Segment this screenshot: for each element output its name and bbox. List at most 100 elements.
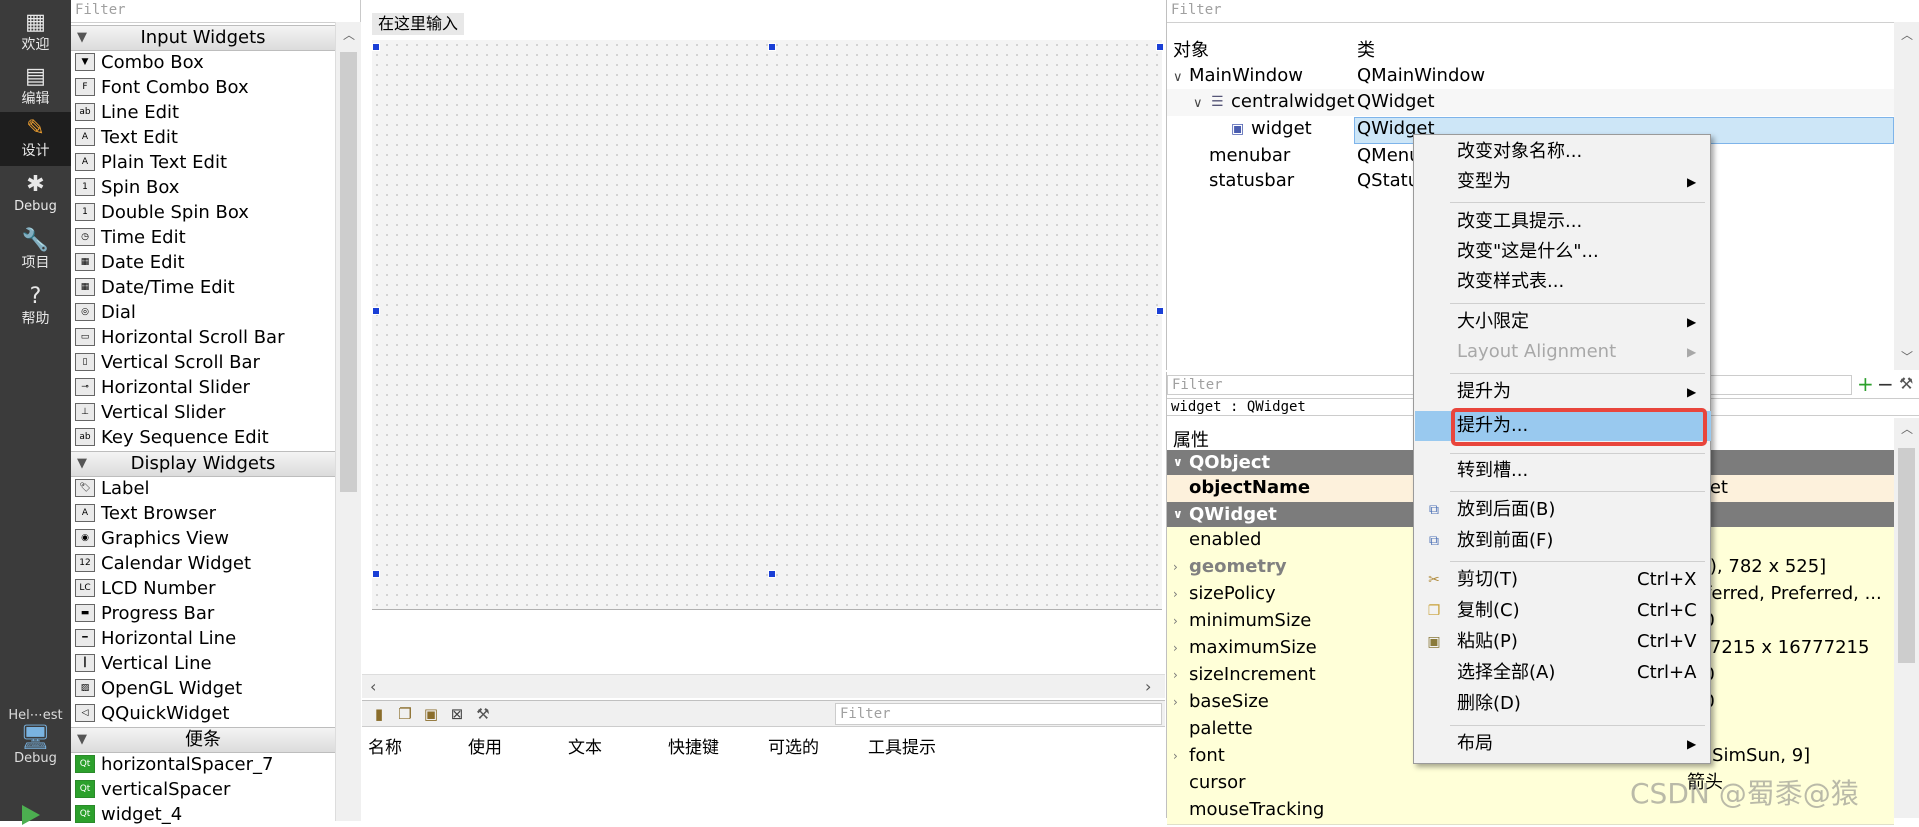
delete-action-icon[interactable]: ⊠: [448, 705, 466, 723]
chevron-right-icon[interactable]: ›: [1173, 554, 1178, 580]
widget-item[interactable]: ab Line Edit: [71, 100, 335, 125]
selection-handle[interactable]: [768, 570, 776, 578]
col-shortcut[interactable]: 快捷键: [668, 733, 719, 758]
widget-item[interactable]: ◁ QQuickWidget: [71, 701, 335, 726]
object-filter-input[interactable]: Filter: [1167, 0, 1919, 23]
central-widget-canvas[interactable]: [372, 40, 1164, 610]
mode-edit[interactable]: ▤ 编辑: [0, 60, 71, 114]
tree-item-statusbar[interactable]: statusbar: [1209, 170, 1294, 191]
scrollbar-thumb[interactable]: [340, 52, 357, 492]
widget-item[interactable]: ▦ Date Edit: [71, 250, 335, 275]
chevron-right-icon[interactable]: ›: [1173, 635, 1178, 661]
property-scrollbar[interactable]: ︿: [1894, 418, 1919, 818]
new-action-icon[interactable]: ▮: [370, 705, 388, 723]
widget-item[interactable]: ◉ Graphics View: [71, 526, 335, 551]
menu-item-rename[interactable]: 改变对象名称...: [1415, 137, 1711, 167]
category-input-widgets[interactable]: ▼ Input Widgets: [71, 25, 335, 51]
widget-item[interactable]: 🏷 Label: [71, 476, 335, 501]
selection-handle[interactable]: [1156, 307, 1164, 315]
menu-item-bring-front[interactable]: ⧉ 放到前面(F): [1415, 526, 1711, 556]
chevron-right-icon[interactable]: ›: [1173, 743, 1178, 769]
widget-box-scrollbar[interactable]: ︿: [335, 22, 361, 821]
selection-handle[interactable]: [1156, 43, 1164, 51]
widget-item[interactable]: A Text Browser: [71, 501, 335, 526]
add-icon[interactable]: +: [1857, 372, 1874, 396]
widget-item[interactable]: LC LCD Number: [71, 576, 335, 601]
widget-item[interactable]: ━ Horizontal Line: [71, 626, 335, 651]
scrollbar-thumb[interactable]: [1898, 448, 1915, 663]
col-checkable[interactable]: 可选的: [768, 733, 819, 758]
widget-item[interactable]: ▼ Combo Box: [71, 50, 335, 75]
widget-item[interactable]: ▨ OpenGL Widget: [71, 676, 335, 701]
widget-item[interactable]: 12 Calendar Widget: [71, 551, 335, 576]
chevron-left-icon[interactable]: ‹: [370, 677, 376, 696]
selection-handle[interactable]: [372, 307, 380, 315]
menu-item-tooltip[interactable]: 改变工具提示...: [1415, 207, 1711, 237]
mode-debug[interactable]: ✱ Debug: [0, 168, 71, 222]
widget-item[interactable]: ▭ Horizontal Scroll Bar: [71, 325, 335, 350]
widget-item[interactable]: ┃ Vertical Line: [71, 651, 335, 676]
selection-handle[interactable]: [372, 570, 380, 578]
copy-action-icon[interactable]: ❐: [396, 705, 414, 723]
mode-welcome[interactable]: ▦ 欢迎: [0, 6, 71, 60]
chevron-right-icon[interactable]: ›: [1173, 689, 1178, 715]
kit-selector[interactable]: Hel⋯est 🖥 Debug: [0, 708, 71, 778]
menu-type-here[interactable]: 在这里输入: [372, 13, 465, 35]
widget-filter-input[interactable]: Filter: [71, 0, 360, 23]
widget-item[interactable]: 1 Spin Box: [71, 175, 335, 200]
menu-item-layout[interactable]: 布局 ▶: [1415, 729, 1711, 759]
widget-item[interactable]: ◷ Time Edit: [71, 225, 335, 250]
menu-item-send-back[interactable]: ⧉ 放到后面(B): [1415, 495, 1711, 525]
menu-item-size-constraints[interactable]: 大小限定 ▶: [1415, 307, 1711, 337]
action-filter-input[interactable]: Filter: [835, 703, 1162, 725]
remove-icon[interactable]: −: [1877, 372, 1894, 396]
widget-item[interactable]: ⊥ Vertical Slider: [71, 400, 335, 425]
tree-item-centralwidget[interactable]: centralwidget: [1231, 91, 1355, 112]
chevron-right-icon[interactable]: ›: [1145, 677, 1151, 696]
widget-item[interactable]: ▯ Vertical Scroll Bar: [71, 350, 335, 375]
paste-action-icon[interactable]: ▣: [422, 705, 440, 723]
tree-item-widget[interactable]: widget: [1251, 118, 1312, 139]
widget-item[interactable]: F Font Combo Box: [71, 75, 335, 100]
configure-icon[interactable]: ⚒: [474, 705, 492, 723]
object-scrollbar[interactable]: ︿ ﹀: [1894, 22, 1919, 370]
menu-item-paste[interactable]: ▣ 粘贴(P) Ctrl+V: [1415, 627, 1711, 657]
chevron-down-icon[interactable]: ∨: [1193, 96, 1203, 111]
col-name[interactable]: 名称: [368, 733, 402, 758]
menu-item-morph[interactable]: 变型为 ▶: [1415, 167, 1711, 197]
widget-item[interactable]: A Plain Text Edit: [71, 150, 335, 175]
category-scratchpad[interactable]: ▼ 便条: [71, 727, 335, 753]
scratchpad-item[interactable]: Qt verticalSpacer: [71, 777, 335, 802]
chevron-right-icon[interactable]: ›: [1173, 662, 1178, 688]
menu-item-promote-to[interactable]: 提升为 ▶: [1415, 377, 1711, 407]
col-text[interactable]: 文本: [568, 733, 602, 758]
selection-handle[interactable]: [768, 43, 776, 51]
menu-item-stylesheet[interactable]: 改变样式表...: [1415, 267, 1711, 297]
widget-item[interactable]: ▦ Date/Time Edit: [71, 275, 335, 300]
chevron-right-icon[interactable]: ›: [1173, 581, 1178, 607]
col-used[interactable]: 使用: [468, 733, 502, 758]
category-display-widgets[interactable]: ▼ Display Widgets: [71, 451, 335, 477]
widget-item[interactable]: 1 Double Spin Box: [71, 200, 335, 225]
editor-hscrollbar[interactable]: ‹ ›: [362, 674, 1165, 698]
widget-item[interactable]: ◎ Dial: [71, 300, 335, 325]
property-value[interactable]: referred, Preferred, ...: [1687, 581, 1882, 607]
mode-help[interactable]: ? 帮助: [0, 280, 71, 334]
menu-item-go-to-slot[interactable]: 转到槽...: [1415, 456, 1711, 486]
widget-item[interactable]: ▬ Progress Bar: [71, 601, 335, 626]
tree-item-mainwindow[interactable]: MainWindow: [1189, 65, 1303, 86]
tree-item-menubar[interactable]: menubar: [1209, 145, 1290, 166]
menu-item-copy[interactable]: ❐ 复制(C) Ctrl+C: [1415, 596, 1711, 626]
menu-item-select-all[interactable]: 选择全部(A) Ctrl+A: [1415, 658, 1711, 688]
property-value[interactable]: 777215 x 16777215: [1687, 635, 1869, 661]
selection-handle[interactable]: [372, 43, 380, 51]
col-tooltip[interactable]: 工具提示: [868, 733, 936, 758]
chevron-down-icon[interactable]: ∨: [1173, 70, 1183, 85]
header-class[interactable]: 类: [1357, 36, 1375, 62]
widget-item[interactable]: ab Key Sequence Edit: [71, 425, 335, 450]
widget-item[interactable]: A Text Edit: [71, 125, 335, 150]
menu-item-delete[interactable]: 删除(D): [1415, 689, 1711, 719]
scratchpad-item[interactable]: Qt horizontalSpacer_7: [71, 752, 335, 777]
configure-icon[interactable]: ⚒: [1899, 374, 1913, 393]
scratchpad-item[interactable]: Qt widget_4: [71, 802, 335, 827]
